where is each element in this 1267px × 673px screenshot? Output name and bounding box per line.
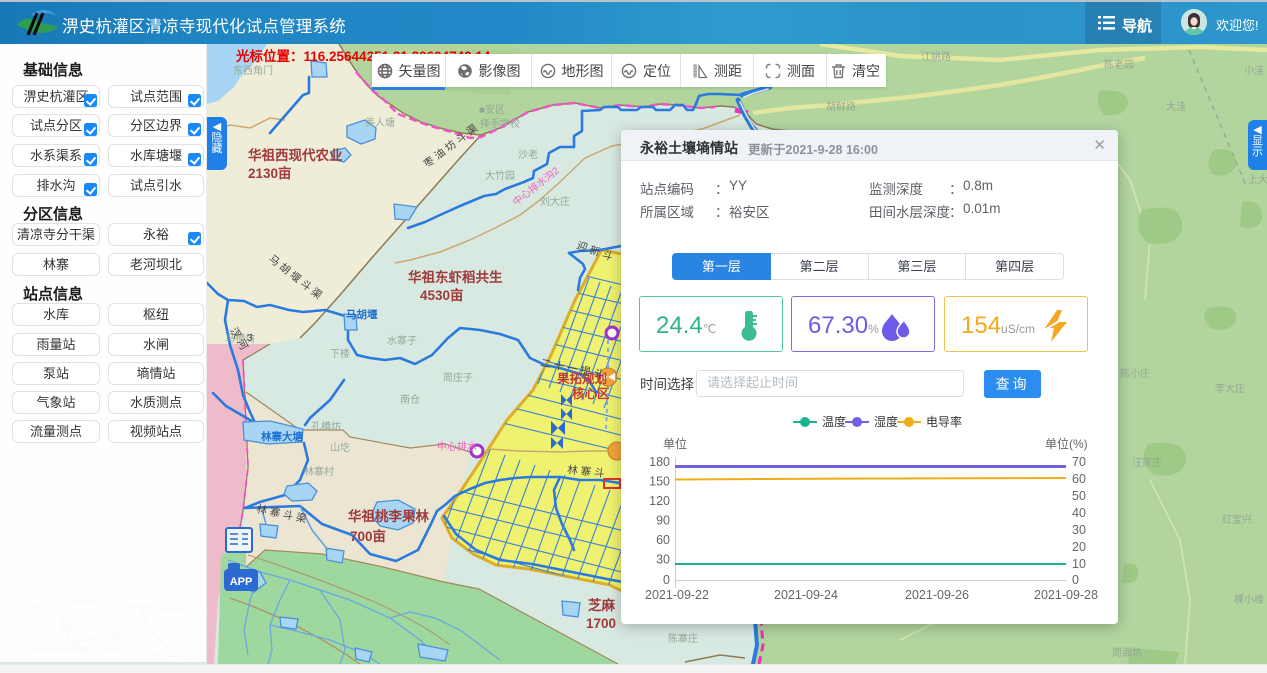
svg-text:华祖桃李果林: 华祖桃李果林 <box>348 508 429 524</box>
svg-text:大洼: 大洼 <box>1166 100 1186 113</box>
svg-text:陈小庄: 陈小庄 <box>1120 367 1150 380</box>
svg-text:江姚路: 江姚路 <box>921 50 951 63</box>
svg-text:700亩: 700亩 <box>350 528 386 544</box>
svg-text:3: 3 <box>247 332 253 344</box>
svg-text:30: 30 <box>1072 523 1086 537</box>
svg-text:核心区: 核心区 <box>572 386 610 401</box>
svg-text:下楼: 下楼 <box>330 347 350 360</box>
svg-text:0: 0 <box>663 573 670 587</box>
svg-text:中心排水: 中心排水 <box>437 440 477 453</box>
svg-text:70: 70 <box>1072 455 1086 469</box>
svg-text:单位(%): 单位(%) <box>1045 436 1088 451</box>
svg-text:■安区: ■安区 <box>479 103 505 116</box>
svg-text:大竹园: 大竹园 <box>485 169 515 182</box>
svg-text:棵小楼: 棵小楼 <box>1234 593 1264 606</box>
svg-text:APP: APP <box>230 576 253 588</box>
svg-text:李大庄: 李大庄 <box>1215 382 1245 395</box>
svg-text:汪家庄: 汪家庄 <box>1132 456 1162 469</box>
svg-text:0: 0 <box>1072 573 1079 587</box>
svg-text:山圪: 山圪 <box>330 442 350 454</box>
svg-text:沙老: 沙老 <box>518 148 538 161</box>
svg-text:2021-09-22: 2021-09-22 <box>645 588 709 602</box>
svg-text:湿度: 湿度 <box>874 414 898 429</box>
svg-text:电导率: 电导率 <box>926 414 962 429</box>
svg-text:红宝兴: 红宝兴 <box>1222 513 1252 526</box>
svg-text:水寨子: 水寨子 <box>387 334 417 347</box>
svg-text:美人塘: 美人塘 <box>365 116 395 129</box>
svg-text:单位: 单位 <box>663 436 687 451</box>
svg-text:陈寨庄: 陈寨庄 <box>668 632 698 645</box>
svg-text:150: 150 <box>649 475 670 489</box>
svg-text:40: 40 <box>1072 506 1086 520</box>
svg-text:南仓: 南仓 <box>400 393 420 406</box>
svg-text:2021-09-24: 2021-09-24 <box>774 588 838 602</box>
svg-text:芝麻: 芝麻 <box>588 597 616 613</box>
svg-text:1700: 1700 <box>586 616 616 631</box>
svg-text:东西角门: 东西角门 <box>233 64 273 77</box>
svg-text:马胡堰: 马胡堰 <box>346 308 378 321</box>
svg-text:林寨大塘: 林寨大塘 <box>261 430 303 443</box>
svg-text:周面坊: 周面坊 <box>1112 646 1142 659</box>
svg-text:华祖西现代农业: 华祖西现代农业 <box>248 147 343 163</box>
svg-text:周庄子: 周庄子 <box>443 371 473 384</box>
svg-text:60: 60 <box>656 533 670 547</box>
svg-text:择手学校: 择手学校 <box>480 117 520 130</box>
svg-text:2021-09-28: 2021-09-28 <box>1034 588 1098 602</box>
svg-text:2021-09-26: 2021-09-26 <box>905 588 969 602</box>
svg-text:120: 120 <box>649 494 670 508</box>
svg-text:上大: 上大 <box>1248 173 1267 186</box>
svg-text:孔槽坊: 孔槽坊 <box>311 420 341 433</box>
svg-text:刘大庄: 刘大庄 <box>540 195 570 208</box>
svg-text:10: 10 <box>1072 557 1086 571</box>
svg-text:180: 180 <box>649 455 670 469</box>
svg-text:20: 20 <box>1072 540 1086 554</box>
svg-text:温度: 温度 <box>822 414 846 429</box>
svg-text:2130亩: 2130亩 <box>248 165 292 181</box>
svg-text:90: 90 <box>656 514 670 528</box>
svg-text:50: 50 <box>1072 489 1086 503</box>
svg-text:60: 60 <box>1072 472 1086 486</box>
svg-text:胡鲜路: 胡鲜路 <box>826 100 856 113</box>
svg-text:30: 30 <box>656 553 670 567</box>
svg-text:4530亩: 4530亩 <box>420 287 464 303</box>
svg-text:小洼: 小洼 <box>1244 64 1264 77</box>
svg-text:华祖东虾稻共生: 华祖东虾稻共生 <box>408 269 503 285</box>
svg-text:林寨村: 林寨村 <box>304 465 334 478</box>
svg-text:陈老园: 陈老园 <box>1104 58 1134 71</box>
